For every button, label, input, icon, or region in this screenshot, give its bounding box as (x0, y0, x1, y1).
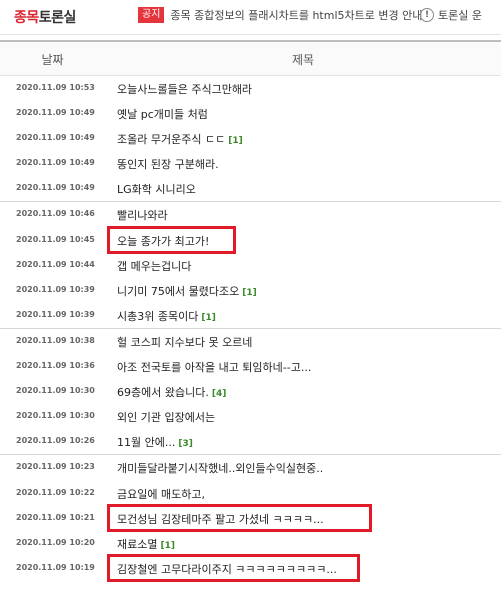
post-title-link[interactable]: 갭 메우는겁니다 (117, 258, 191, 274)
post-title-text: 헐 코스피 지수보다 못 오르네 (117, 335, 253, 349)
post-title-text: 똥인지 된장 구분해라. (117, 158, 219, 172)
post-title-link[interactable]: LG화학 시니리오 (117, 181, 196, 197)
post-title-link[interactable]: 빨리나와라 (117, 207, 168, 223)
post-date: 2020.11.09 10:44 (16, 259, 95, 269)
post-date: 2020.11.09 10:30 (16, 386, 95, 396)
highlight-box (107, 503, 372, 532)
table-header: 날짜 제목 (0, 40, 501, 76)
board-rules-link[interactable]: ! 토론실 운 (420, 7, 482, 23)
post-date: 2020.11.09 10:49 (16, 108, 95, 118)
post-title-link[interactable]: 금요일에 매도하고, (117, 486, 205, 502)
post-date: 2020.11.09 10:53 (16, 83, 95, 92)
notice-link[interactable]: 공지 종목 종합정보의 플래시차트를 html5차트로 변경 안내 (138, 7, 422, 23)
post-title-text: 개미들달라붙기시작했네..외인들수익실현중.. (117, 462, 324, 476)
notice-text: 종목 종합정보의 플래시차트를 html5차트로 변경 안내 (170, 9, 423, 22)
comment-count[interactable]: [1] (242, 288, 257, 298)
board-title[interactable]: 종목토론실 (14, 7, 76, 27)
comment-count[interactable]: [4] (212, 389, 227, 399)
post-row: 2020.11.09 10:23 개미들달라붙기시작했네..외인들수익실현중.. (0, 454, 501, 480)
post-title-link[interactable]: 개미들달라붙기시작했네..외인들수익실현중.. (117, 460, 323, 476)
post-row: 2020.11.09 10:46 빨리나와라 (0, 201, 501, 227)
post-title-text: 오늘사느롤들은 주식그만해라 (117, 83, 253, 96)
post-row: 2020.11.09 10:38 헐 코스피 지수보다 못 오르네 (0, 327, 501, 354)
post-title-text: 재료소멸 (117, 537, 158, 551)
post-row: 2020.11.09 10:26 11월 안에... [3] (0, 429, 501, 454)
post-title-link[interactable]: 외인 기관 입장에서는 (117, 409, 215, 425)
comment-count[interactable]: [3] (178, 439, 193, 449)
board-title-discussion: 토론실 (38, 10, 77, 26)
post-row: 2020.11.09 10:49 옛날 pc개미들 처럼 (0, 101, 501, 126)
comment-count[interactable]: [1] (160, 541, 175, 551)
post-title-link[interactable]: 헐 코스피 지수보다 못 오르네 (117, 334, 252, 350)
post-title-link[interactable]: 똥인지 된장 구분해라. (117, 156, 219, 172)
post-title-text: 69층에서 왔습니다. (117, 386, 209, 400)
post-title-link[interactable]: 아조 전국토를 아작을 내고 퇴임하네--고... (117, 359, 311, 375)
post-row: 2020.11.09 10:21 모건성님 김장테마주 팔고 가셨네 ㅋㅋㅋㅋ..… (0, 503, 501, 532)
post-date: 2020.11.09 10:45 (16, 234, 95, 244)
post-date: 2020.11.09 10:39 (16, 309, 95, 319)
post-title-link[interactable]: 조올라 무거운주식 ㄷㄷ [1] (117, 131, 243, 147)
post-date: 2020.11.09 10:26 (16, 436, 95, 446)
post-row: 2020.11.09 10:36 아조 전국토를 아작을 내고 퇴임하네--고..… (0, 354, 501, 379)
post-row: 2020.11.09 10:30 69층에서 왔습니다. [4] (0, 379, 501, 404)
post-row: 2020.11.09 10:30 외인 기관 입장에서는 (0, 404, 501, 429)
post-date: 2020.11.09 10:39 (16, 284, 95, 294)
post-title-text: 빨리나와라 (117, 209, 168, 223)
column-header-title: 제목 (291, 53, 315, 67)
post-title-text: LG화학 시니리오 (117, 183, 196, 197)
post-title-text: 시총3위 종목이다 (117, 309, 199, 323)
post-row: 2020.11.09 10:19 김장철엔 고무다라이주지 ㅋㅋㅋㅋㅋㅋㅋㅋㅋ..… (0, 553, 501, 582)
post-title-link[interactable]: 옛날 pc개미들 처럼 (117, 106, 208, 122)
post-title-link[interactable]: 오늘사느롤들은 주식그만해라 (117, 81, 252, 97)
board-rules-text: 토론실 운 (438, 9, 482, 22)
comment-count[interactable]: [1] (228, 136, 243, 146)
post-title-text: 조올라 무거운주식 ㄷㄷ (117, 133, 226, 147)
highlight-box (107, 225, 236, 254)
post-list: 2020.11.09 10:53 오늘사느롤들은 주식그만해라 2020.11.09… (0, 76, 501, 582)
post-date: 2020.11.09 10:20 (16, 537, 95, 547)
post-date: 2020.11.09 10:49 (16, 158, 95, 168)
post-date: 2020.11.09 10:30 (16, 411, 95, 421)
post-title-text: 11월 안에... (117, 436, 176, 450)
post-title-text: 아조 전국토를 아작을 내고 퇴임하네--고... (117, 361, 312, 375)
post-row: 2020.11.09 10:49 똥인지 된장 구분해라. (0, 151, 501, 176)
post-row: 2020.11.09 10:20 재료소멸 [1] (0, 531, 501, 556)
post-title-text: 외인 기관 입장에서는 (117, 411, 216, 425)
comment-count[interactable]: [1] (201, 313, 216, 323)
post-date: 2020.11.09 10:23 (16, 462, 95, 472)
info-icon: ! (420, 8, 434, 22)
post-date: 2020.11.09 10:49 (16, 183, 95, 193)
post-date: 2020.11.09 10:46 (16, 209, 95, 219)
post-date: 2020.11.09 10:22 (16, 487, 95, 497)
highlight-box (107, 553, 360, 582)
post-date: 2020.11.09 10:49 (16, 133, 95, 143)
post-title-text: 옛날 pc개미들 처럼 (117, 108, 208, 122)
post-title-link[interactable]: 69층에서 왔습니다. [4] (117, 384, 226, 400)
post-row: 2020.11.09 10:45 오늘 종가가 최고가! (0, 225, 501, 254)
post-title-link[interactable]: 11월 안에... [3] (117, 434, 193, 450)
post-row: 2020.11.09 10:39 니기미 75에서 물렸다조오 [1] (0, 278, 501, 303)
notice-badge: 공지 (138, 7, 165, 23)
post-row: 2020.11.09 10:49 LG화학 시니리오 (0, 176, 501, 201)
post-date: 2020.11.09 10:36 (16, 361, 95, 371)
post-title-link[interactable]: 니기미 75에서 물렸다조오 [1] (117, 283, 257, 299)
post-row: 2020.11.09 10:44 갭 메우는겁니다 (0, 253, 501, 278)
post-date: 2020.11.09 10:19 (16, 562, 95, 572)
post-date: 2020.11.09 10:21 (16, 512, 95, 522)
post-row: 2020.11.09 10:53 오늘사느롤들은 주식그만해라 (0, 76, 501, 101)
post-row: 2020.11.09 10:49 조올라 무거운주식 ㄷㄷ [1] (0, 126, 501, 151)
post-row: 2020.11.09 10:39 시총3위 종목이다 [1] (0, 303, 501, 328)
post-row: 2020.11.09 10:22 금요일에 매도하고, (0, 481, 501, 506)
post-title-text: 금요일에 매도하고, (117, 487, 205, 501)
post-title-link[interactable]: 시총3위 종목이다 [1] (117, 308, 216, 324)
post-title-text: 니기미 75에서 물렸다조오 (117, 284, 240, 298)
post-title-text: 갭 메우는겁니다 (117, 259, 192, 273)
board-topbar: 종목토론실 공지 종목 종합정보의 플래시차트를 html5차트로 변경 안내 … (0, 0, 501, 35)
post-date: 2020.11.09 10:38 (16, 335, 95, 345)
post-title-link[interactable]: 재료소멸 [1] (117, 536, 175, 552)
board-title-stock: 종목 (14, 10, 39, 26)
column-header-date: 날짜 (41, 53, 64, 67)
